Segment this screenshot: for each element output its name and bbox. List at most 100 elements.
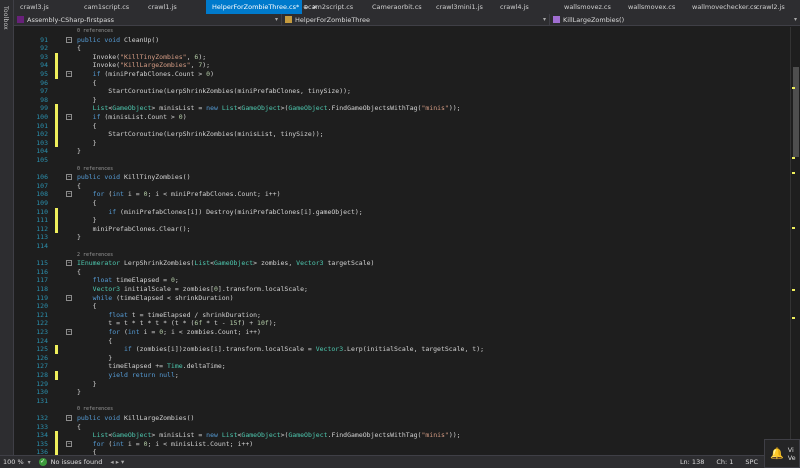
code-line[interactable]: 131 — [14, 397, 790, 406]
references-label[interactable]: 0 references — [77, 27, 113, 36]
code-line[interactable]: 122 t = t * t * t * (t * (6f * t - 15f) … — [14, 319, 790, 328]
collapse-icon[interactable]: − — [66, 329, 72, 335]
code-line[interactable]: 111 } — [14, 216, 790, 225]
member-dropdown[interactable]: KillLargeZombies() ▾ — [550, 14, 800, 25]
tab-crawl4-js[interactable]: crawl4.js — [494, 0, 558, 14]
tab-crawl2-js[interactable]: crawl2.js — [750, 0, 800, 14]
class-dropdown[interactable]: HelperForZombieThree ▾ — [282, 14, 550, 25]
code-line[interactable]: 135 − for (int i = 0; i < minisList.Count… — [14, 439, 790, 449]
code-line[interactable]: 118 Vector3 initialScale = zombies[0].tr… — [14, 285, 790, 294]
code-line[interactable]: 114 — [14, 242, 790, 251]
line-number: 94 — [40, 61, 48, 70]
code-line[interactable]: 103 } — [14, 138, 790, 148]
code-line[interactable]: 116 { — [14, 268, 790, 277]
code-line[interactable]: 108 − for (int i = 0; i < miniPrefabClone… — [14, 190, 790, 199]
code-line[interactable]: 130} — [14, 388, 790, 397]
codelens-references[interactable]: 2 references — [14, 251, 790, 260]
code-text: { — [77, 78, 97, 87]
tab-cameraorbit-cs[interactable]: Cameraorbit.cs — [366, 0, 430, 14]
tab-wallsmovex-cs[interactable]: wallsmovex.cs — [622, 0, 686, 14]
code-line[interactable]: 95 − if (miniPrefabClones.Count > 0) — [14, 70, 790, 79]
code-line[interactable]: 99 List<GameObject> minisList = new List… — [14, 104, 790, 113]
references-label[interactable]: 2 references — [77, 251, 113, 260]
collapse-icon[interactable]: − — [66, 440, 72, 447]
tab-crawl3mini1-js[interactable]: crawl3mini1.js — [430, 0, 494, 14]
status-bar: 100 % ▾ ✓ No issues found ◂ ▸ ▾ Ln: 138 … — [0, 455, 800, 468]
toolbox-label[interactable]: Toolbox — [2, 6, 9, 30]
code-line[interactable]: 92 { — [14, 44, 790, 53]
code-line[interactable]: 91 − public void CleanUp() — [14, 36, 790, 45]
code-line[interactable]: 120 { — [14, 302, 790, 311]
codelens-references[interactable]: 0 references — [14, 165, 790, 174]
code-line[interactable]: 129 } — [14, 380, 790, 389]
code-line[interactable]: 101 { — [14, 121, 790, 131]
codelens-references[interactable]: 0 references — [14, 405, 790, 414]
codelens-references[interactable]: 0 references — [14, 27, 790, 36]
code-line[interactable]: 104} — [14, 147, 790, 156]
line-number: 112 — [36, 224, 48, 233]
code-line[interactable]: 119 − while (timeElapsed < shrinkDuration… — [14, 294, 790, 303]
code-line[interactable]: 115 − IEnumerator LerpShrinkZombies(List<G… — [14, 259, 790, 268]
code-line[interactable]: 126 } — [14, 354, 790, 363]
code-line[interactable]: 96 { — [14, 79, 790, 88]
project-dropdown[interactable]: Assembly-CSharp-firstpass ▾ — [14, 14, 282, 25]
collapse-icon[interactable]: − — [66, 174, 72, 181]
code-line[interactable]: 136 { — [14, 448, 790, 455]
zoom-level[interactable]: 100 % — [0, 458, 28, 466]
navigate-back-forward-icon[interactable]: ◂ ▸ ▾ — [110, 458, 124, 466]
tab-cam2script-cs[interactable]: cam2script.cs — [302, 0, 366, 14]
scrollbar-thumb[interactable] — [793, 67, 799, 157]
collapse-icon[interactable]: − — [66, 260, 72, 267]
tab-cam1script-cs[interactable]: cam1script.cs — [78, 0, 142, 14]
collapse-icon[interactable]: − — [66, 71, 72, 77]
code-line[interactable]: 121 float t = timeElapsed / shrinkDurati… — [14, 311, 790, 320]
tab-crawl1-js[interactable]: crawl1.js — [142, 0, 206, 14]
collapse-icon[interactable]: − — [66, 36, 72, 43]
issues-indicator[interactable]: ✓ No issues found — [38, 458, 102, 466]
code-line[interactable]: 125 if (zombies[i])zombies[i].transform.… — [14, 345, 790, 354]
notification-toast[interactable]: 🔔 Vi Ve — [764, 439, 800, 468]
method-icon — [553, 16, 560, 23]
code-line[interactable]: 132 − public void KillLargeZombies() — [14, 414, 790, 423]
collapse-icon[interactable]: − — [66, 415, 72, 421]
code-line[interactable]: 98 } — [14, 96, 790, 105]
code-line[interactable]: 93 Invoke("KillTinyZombies", 6); — [14, 52, 790, 62]
code-line[interactable]: 133 { — [14, 423, 790, 432]
code-line[interactable]: 109 { — [14, 199, 790, 208]
whitespace-mode[interactable]: SPC — [745, 458, 758, 466]
references-label[interactable]: 0 references — [77, 165, 113, 174]
code-editor[interactable]: 0 references 91− public void CleanUp() 92{9… — [14, 27, 790, 455]
tab-crawl3-js[interactable]: crawl3.js — [14, 0, 78, 14]
code-line[interactable]: 117 float timeElapsed = 0; — [14, 276, 790, 285]
code-line[interactable]: 112 miniPrefabClones.Clear(); — [14, 224, 790, 234]
code-line[interactable]: 123 − for (int i = 0; i < zombies.Count; … — [14, 328, 790, 337]
collapse-icon[interactable]: − — [66, 191, 72, 198]
code-line[interactable]: 127 timeElapsed += Time.deltaTime; — [14, 362, 790, 371]
code-line[interactable]: 105 — [14, 156, 790, 165]
code-line[interactable]: 107 { — [14, 182, 790, 191]
code-line[interactable]: 128 yield return null; — [14, 371, 790, 380]
code-line[interactable]: 94 Invoke("KillLargeZombies", 7); — [14, 61, 790, 70]
zoom-chevron-icon[interactable]: ▾ — [28, 459, 31, 466]
code-line[interactable]: 97 StartCoroutine(LerpShrinkZombies(mini… — [14, 87, 790, 96]
toolbox-strip[interactable]: Toolbox — [0, 0, 14, 455]
tab-wallsmovez-cs[interactable]: wallsmovez.cs — [558, 0, 622, 14]
code-line[interactable]: 102 StartCoroutine(LerpShrinkZombies(min… — [14, 130, 790, 139]
code-line[interactable]: 100 − if (minisList.Count > 0) — [14, 113, 790, 122]
vertical-scrollbar[interactable] — [790, 27, 800, 455]
code-line[interactable]: 124 { — [14, 337, 790, 346]
tab-wallmovechecker-cs[interactable]: wallmovechecker.cs — [686, 0, 757, 14]
change-marker — [55, 207, 58, 217]
collapse-icon[interactable]: − — [66, 114, 72, 120]
code-line[interactable]: 106 − public void KillTinyZombies() — [14, 173, 790, 182]
code-line[interactable]: 113} — [14, 233, 790, 242]
column-status[interactable]: Ch: 1 — [716, 458, 733, 466]
code-line[interactable]: 110 if (miniPrefabClones[i]) Destroy(min… — [14, 207, 790, 217]
code-line[interactable]: 134 List<GameObject> minisList = new Lis… — [14, 431, 790, 440]
line-number: 131 — [36, 396, 48, 405]
tab-helperforzombiethree-cs[interactable]: HelperForZombieThree.cs* ⊕ ✕ — [206, 0, 317, 14]
code-text: } — [77, 147, 81, 156]
references-label[interactable]: 0 references — [77, 405, 113, 414]
collapse-icon[interactable]: − — [66, 294, 72, 301]
line-number-status[interactable]: Ln: 138 — [680, 458, 704, 466]
